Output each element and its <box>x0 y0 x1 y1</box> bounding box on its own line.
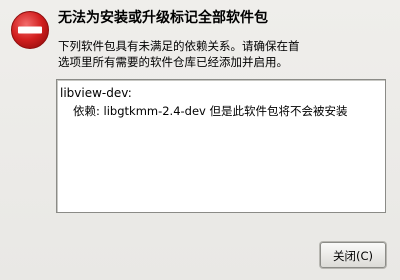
details-text-area[interactable]: libview-dev: 依赖: libgtkmm-2.4-dev 但是此软件包… <box>56 79 386 213</box>
error-dialog: 无法为安装或升级标记全部软件包 下列软件包具有未满足的依赖关系。请确保在首 选项… <box>0 0 400 280</box>
message-line: 下列软件包具有未满足的依赖关系。请确保在首 <box>58 39 300 53</box>
close-button[interactable]: 关闭(C) <box>320 242 386 268</box>
package-name: libview-dev: <box>60 86 132 100</box>
dialog-title: 无法为安装或升级标记全部软件包 <box>58 10 268 26</box>
error-icon <box>10 10 50 50</box>
dialog-message: 下列软件包具有未满足的依赖关系。请确保在首 选项里所有需要的软件仓库已经添加并启… <box>58 38 318 70</box>
message-line: 选项里所有需要的软件仓库已经添加并启用。 <box>58 55 288 69</box>
dependency-detail: 依赖: libgtkmm-2.4-dev 但是此软件包将不会被安装 <box>73 104 348 118</box>
